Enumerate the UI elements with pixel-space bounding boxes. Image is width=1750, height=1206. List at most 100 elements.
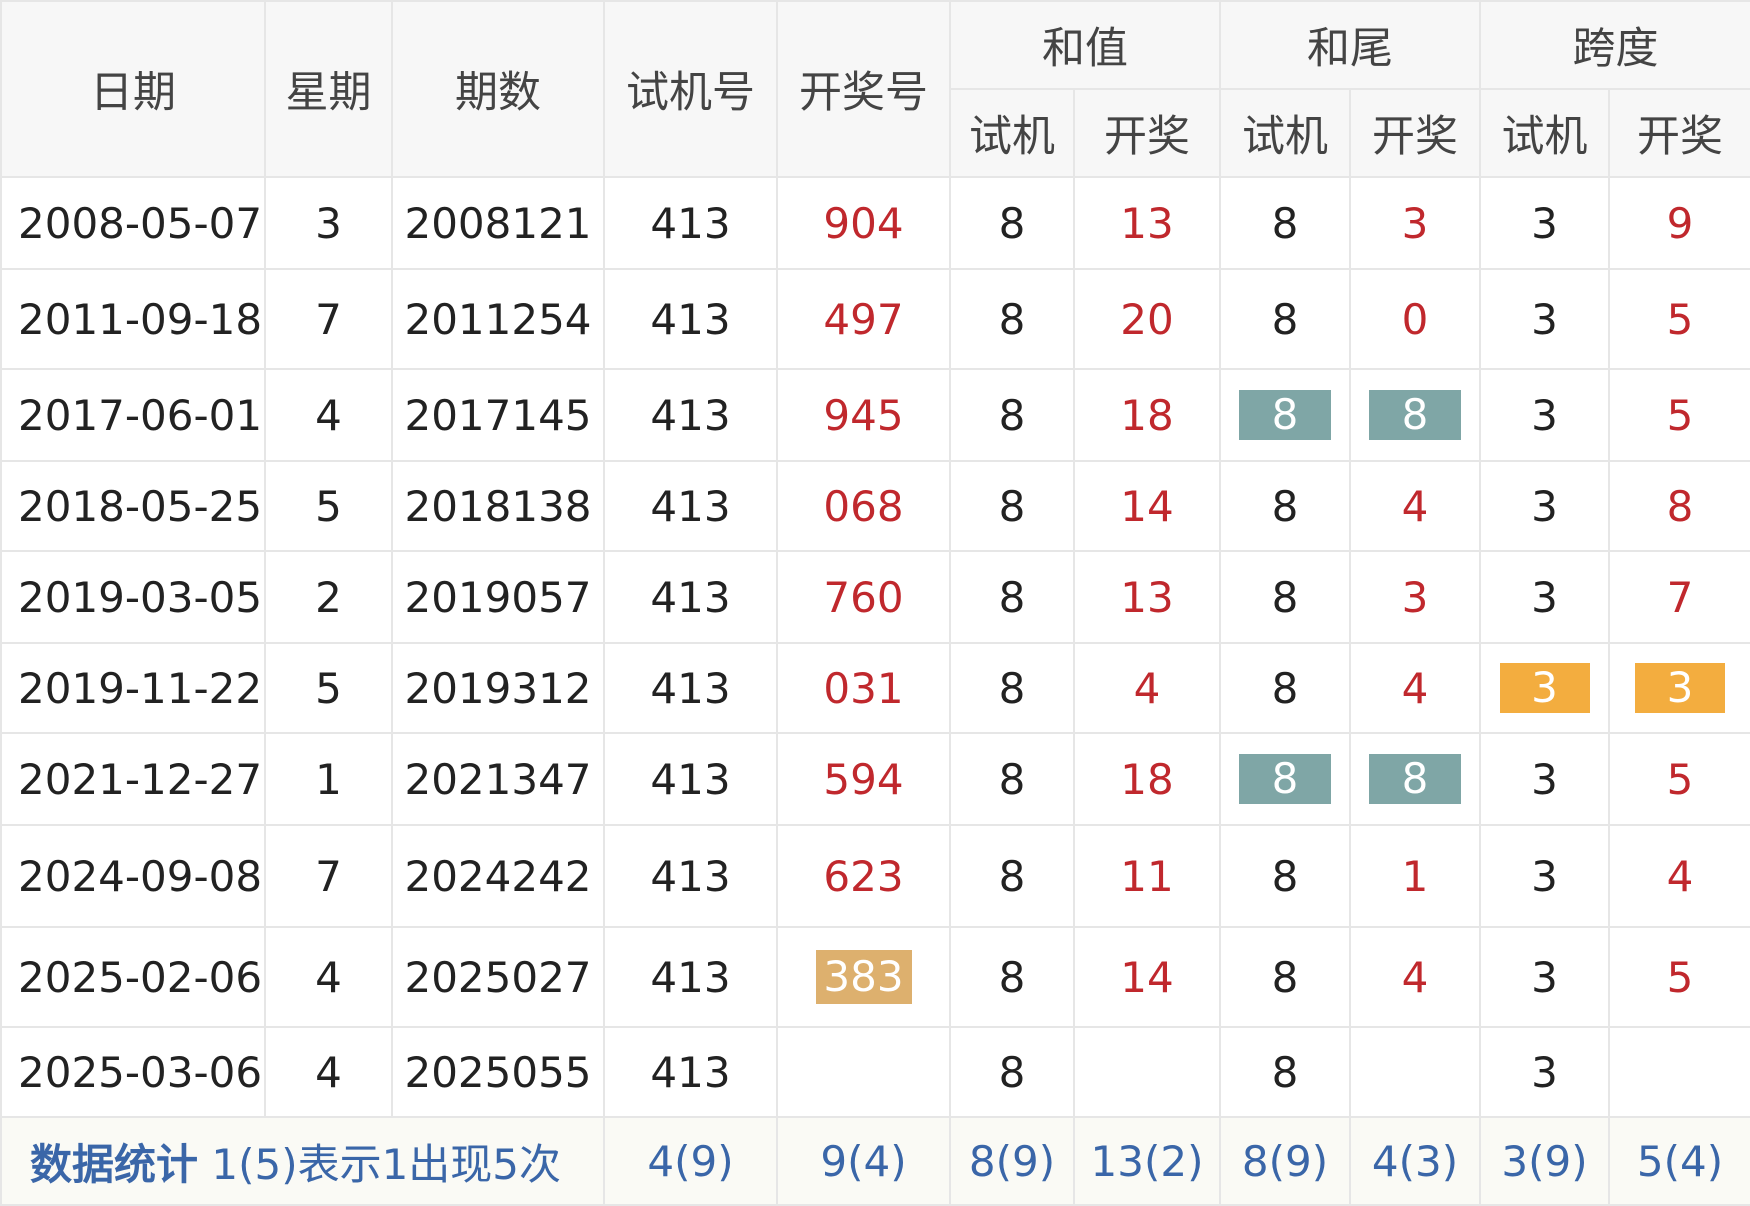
cell-sum-test: 8 bbox=[949, 460, 1075, 552]
cell-sum-test: 8 bbox=[949, 550, 1075, 644]
cell-date: 2021-12-27 bbox=[0, 732, 266, 826]
highlight-badge: 8 bbox=[1369, 390, 1461, 440]
table-row: 2019-03-05 2 2019057 413 760 8 13 8 3 3 … bbox=[0, 550, 1750, 644]
header-span: 跨度 bbox=[1479, 0, 1750, 90]
cell-tail-test: 8 bbox=[1219, 176, 1351, 270]
table-row: 2017-06-01 4 2017145 413 945 8 18 8 8 3 … bbox=[0, 368, 1750, 462]
stat-test-number: 4(9) bbox=[603, 1116, 778, 1206]
cell-period: 2019057 bbox=[391, 550, 605, 644]
table-row: 2025-02-06 4 2025027 413 383 8 14 8 4 3 … bbox=[0, 926, 1750, 1028]
header-tail-draw: 开奖 bbox=[1349, 88, 1481, 178]
cell-date: 2019-11-22 bbox=[0, 642, 266, 734]
statistics-label: 数据统计 1(5)表示1出现5次 bbox=[0, 1116, 605, 1206]
statistics-row: 数据统计 1(5)表示1出现5次 4(9) 9(4) 8(9) 13(2) 8(… bbox=[0, 1116, 1750, 1206]
cell-tail-draw: 4 bbox=[1349, 926, 1481, 1028]
cell-sum-test: 8 bbox=[949, 926, 1075, 1028]
header-weekday: 星期 bbox=[264, 0, 393, 178]
cell-date: 2024-09-08 bbox=[0, 824, 266, 928]
cell-tail-draw: 1 bbox=[1349, 824, 1481, 928]
cell-date: 2017-06-01 bbox=[0, 368, 266, 462]
table-row: 2008-05-07 3 2008121 413 904 8 13 8 3 3 … bbox=[0, 176, 1750, 270]
header-draw-number: 开奖号 bbox=[776, 0, 951, 178]
header-date: 日期 bbox=[0, 0, 266, 178]
cell-weekday: 3 bbox=[264, 176, 393, 270]
highlight-badge: 3 bbox=[1635, 663, 1725, 713]
cell-span-draw: 9 bbox=[1608, 176, 1750, 270]
cell-span-test: 3 bbox=[1479, 550, 1610, 644]
cell-sum-draw: 18 bbox=[1073, 732, 1221, 826]
cell-draw-number: 068 bbox=[776, 460, 951, 552]
highlight-badge: 8 bbox=[1239, 754, 1331, 804]
cell-weekday: 4 bbox=[264, 1026, 393, 1118]
cell-span-test: 3 bbox=[1479, 824, 1610, 928]
cell-tail-draw bbox=[1349, 1026, 1481, 1118]
cell-span-test: 3 bbox=[1479, 732, 1610, 826]
stat-draw-number: 9(4) bbox=[776, 1116, 951, 1206]
cell-sum-test: 8 bbox=[949, 642, 1075, 734]
cell-span-test: 3 bbox=[1479, 1026, 1610, 1118]
cell-date: 2025-02-06 bbox=[0, 926, 266, 1028]
stat-sum-draw: 13(2) bbox=[1073, 1116, 1221, 1206]
stat-sum-test: 8(9) bbox=[949, 1116, 1075, 1206]
header-sum: 和值 bbox=[949, 0, 1221, 90]
cell-draw-number: 760 bbox=[776, 550, 951, 644]
header-test-number: 试机号 bbox=[603, 0, 778, 178]
cell-tail-draw: 0 bbox=[1349, 268, 1481, 370]
cell-test-number: 413 bbox=[603, 460, 778, 552]
cell-span-draw: 7 bbox=[1608, 550, 1750, 644]
cell-sum-draw: 13 bbox=[1073, 176, 1221, 270]
cell-span-draw bbox=[1608, 1026, 1750, 1118]
cell-tail-draw: 3 bbox=[1349, 550, 1481, 644]
table-header: 日期 星期 期数 试机号 开奖号 和值 和尾 跨度 试机 开奖 试机 开奖 试机… bbox=[0, 0, 1750, 178]
cell-draw-number: 594 bbox=[776, 732, 951, 826]
cell-span-draw: 5 bbox=[1608, 926, 1750, 1028]
table-row: 2025-03-06 4 2025055 413 8 8 3 bbox=[0, 1026, 1750, 1118]
highlight-badge: 3 bbox=[1499, 663, 1590, 713]
cell-draw-number: 383 bbox=[776, 926, 951, 1028]
cell-span-draw: 5 bbox=[1608, 732, 1750, 826]
cell-tail-draw: 4 bbox=[1349, 460, 1481, 552]
cell-tail-test: 8 bbox=[1219, 732, 1351, 826]
cell-draw-number: 497 bbox=[776, 268, 951, 370]
highlight-badge: 8 bbox=[1239, 390, 1331, 440]
cell-date: 2025-03-06 bbox=[0, 1026, 266, 1118]
table-row: 2019-11-22 5 2019312 413 031 8 4 8 4 3 3 bbox=[0, 642, 1750, 734]
cell-span-draw: 5 bbox=[1608, 268, 1750, 370]
stat-span-test: 3(9) bbox=[1479, 1116, 1610, 1206]
cell-sum-draw: 14 bbox=[1073, 926, 1221, 1028]
cell-period: 2024242 bbox=[391, 824, 605, 928]
cell-sum-draw: 11 bbox=[1073, 824, 1221, 928]
header-sum-tail: 和尾 bbox=[1219, 0, 1481, 90]
cell-sum-draw: 4 bbox=[1073, 642, 1221, 734]
cell-tail-test: 8 bbox=[1219, 824, 1351, 928]
cell-period: 2019312 bbox=[391, 642, 605, 734]
cell-period: 2017145 bbox=[391, 368, 605, 462]
cell-period: 2021347 bbox=[391, 732, 605, 826]
cell-tail-test: 8 bbox=[1219, 642, 1351, 734]
cell-test-number: 413 bbox=[603, 550, 778, 644]
cell-tail-test: 8 bbox=[1219, 550, 1351, 644]
statistics-note: 1(5)表示1出现5次 bbox=[198, 1139, 562, 1189]
cell-test-number: 413 bbox=[603, 926, 778, 1028]
cell-weekday: 2 bbox=[264, 550, 393, 644]
cell-span-draw: 5 bbox=[1608, 368, 1750, 462]
cell-weekday: 4 bbox=[264, 926, 393, 1028]
cell-sum-test: 8 bbox=[949, 176, 1075, 270]
cell-period: 2008121 bbox=[391, 176, 605, 270]
cell-tail-test: 8 bbox=[1219, 1026, 1351, 1118]
cell-span-test: 3 bbox=[1479, 176, 1610, 270]
cell-date: 2008-05-07 bbox=[0, 176, 266, 270]
cell-span-test: 3 bbox=[1479, 368, 1610, 462]
cell-tail-draw: 8 bbox=[1349, 368, 1481, 462]
cell-period: 2011254 bbox=[391, 268, 605, 370]
header-period: 期数 bbox=[391, 0, 605, 178]
cell-tail-test: 8 bbox=[1219, 368, 1351, 462]
header-tail-test: 试机 bbox=[1219, 88, 1351, 178]
statistics-title: 数据统计 bbox=[30, 1139, 199, 1189]
cell-span-test: 3 bbox=[1479, 642, 1610, 734]
cell-span-test: 3 bbox=[1479, 926, 1610, 1028]
cell-tail-test: 8 bbox=[1219, 268, 1351, 370]
cell-tail-draw: 4 bbox=[1349, 642, 1481, 734]
cell-sum-draw bbox=[1073, 1026, 1221, 1118]
stat-span-draw: 5(4) bbox=[1608, 1116, 1750, 1206]
